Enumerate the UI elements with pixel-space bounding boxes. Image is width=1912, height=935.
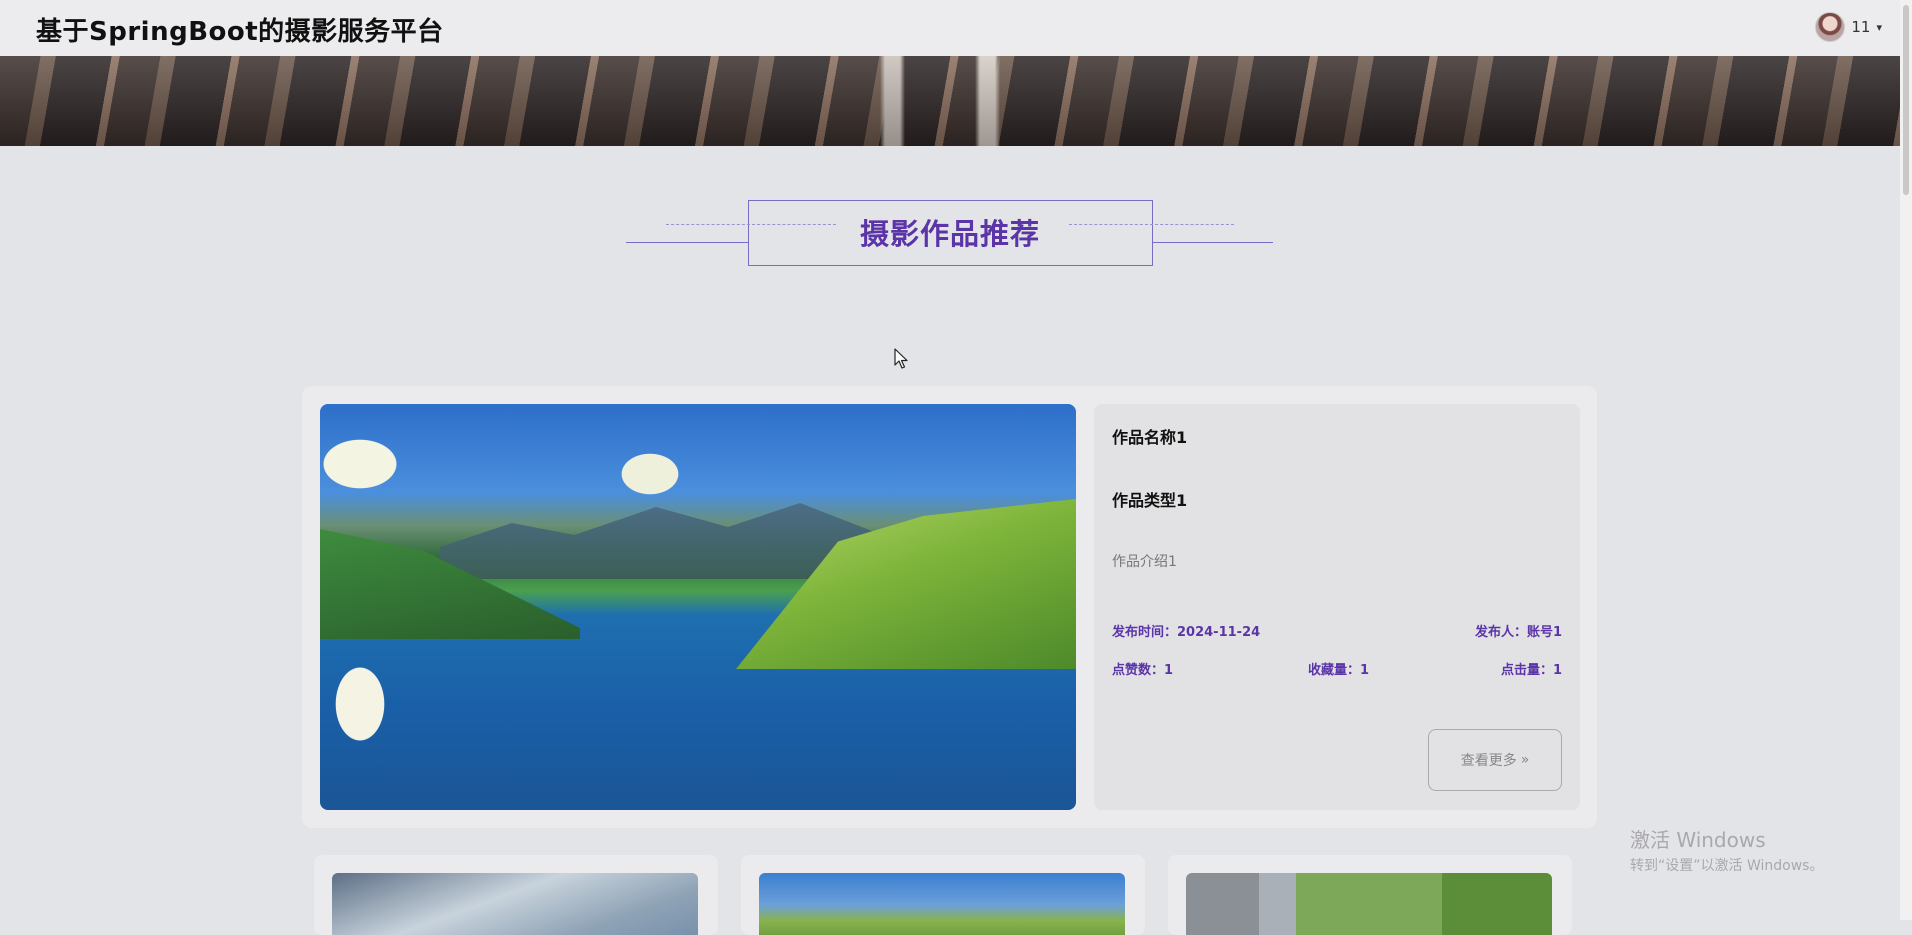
watermark-subtitle: 转到“设置”以激活 Windows。: [1630, 858, 1824, 874]
click-count: 点击量：1: [1500, 663, 1562, 678]
user-avatar[interactable]: [1815, 12, 1846, 42]
mouse-cursor-icon: [894, 348, 908, 369]
hero-banner: [0, 56, 1900, 146]
favorite-count: 收藏量：1: [1308, 663, 1370, 678]
page-scrollbar[interactable]: [1900, 0, 1912, 920]
work-name: 作品名称1: [1112, 428, 1188, 447]
double-chevron-right-icon: »: [1520, 752, 1530, 768]
watermark-title: 激活 Windows: [1630, 828, 1766, 852]
view-more-label: 查看更多: [1460, 753, 1517, 769]
work-card-photo[interactable]: [1186, 873, 1552, 935]
section-heading: 摄影作品推荐: [620, 198, 1280, 270]
username[interactable]: 11: [1851, 18, 1870, 36]
publisher: 发布人：账号1: [1474, 625, 1562, 640]
work-card-photo[interactable]: [759, 873, 1125, 935]
windows-activation-watermark: 激活 Windows 转到“设置”以激活 Windows。: [1630, 824, 1823, 875]
like-count: 点赞数：1: [1112, 663, 1174, 678]
top-navbar: 基于SpringBoot的摄影服务平台 11 ▾: [0, 0, 1900, 56]
work-type: 作品类型1: [1112, 491, 1188, 510]
site-title[interactable]: 基于SpringBoot的摄影服务平台: [36, 11, 444, 48]
view-more-button[interactable]: 查看更多 »: [1428, 729, 1562, 791]
featured-work-info: 作品名称1 作品类型1 作品介绍1 发布时间：2024-11-24 发布人：账号…: [1094, 404, 1580, 810]
caret-down-icon[interactable]: ▾: [1876, 21, 1882, 34]
work-card[interactable]: [1168, 855, 1572, 935]
featured-work-card[interactable]: 作品名称1 作品类型1 作品介绍1 发布时间：2024-11-24 发布人：账号…: [302, 386, 1597, 828]
section-title: 摄影作品推荐: [859, 217, 1040, 251]
work-card[interactable]: [314, 855, 718, 935]
work-card[interactable]: [741, 855, 1145, 935]
publish-time: 发布时间：2024-11-24: [1112, 625, 1261, 640]
featured-work-photo[interactable]: [320, 404, 1076, 810]
work-card-photo[interactable]: [332, 873, 698, 935]
work-intro: 作品介绍1: [1112, 554, 1177, 570]
scrollbar-thumb[interactable]: [1903, 5, 1909, 195]
user-menu[interactable]: 11 ▾: [1815, 12, 1882, 42]
